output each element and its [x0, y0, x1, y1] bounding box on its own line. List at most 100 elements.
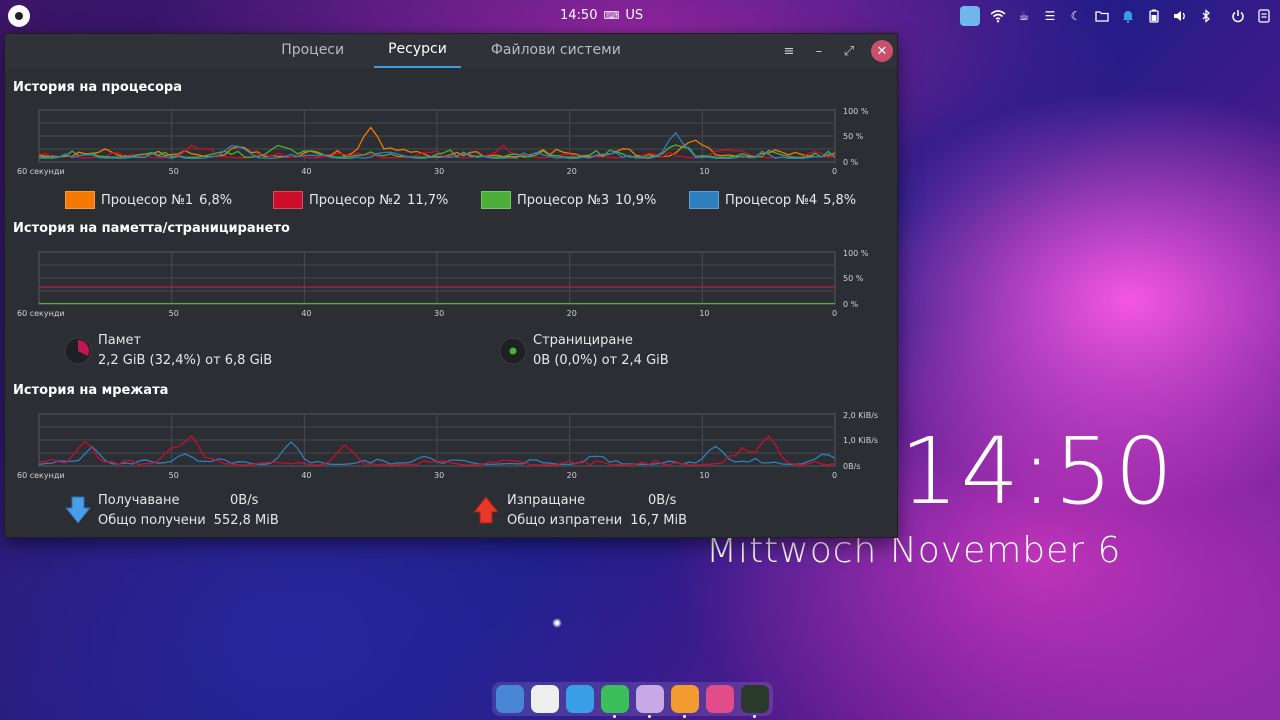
memory-y-tick-label: 50 % — [843, 274, 864, 283]
swap-pie-dot — [509, 347, 517, 355]
tray-app-icon[interactable] — [960, 6, 980, 26]
network-x-tick-label: 20 — [567, 471, 577, 480]
cpu1-label: Процесор №1 — [101, 192, 194, 208]
cpu-x-tick-label: 60 секунди — [17, 167, 65, 176]
sparkle-decoration — [552, 618, 562, 628]
memory-value: 2,2 GiB (32,4%) от 6,8 GiB — [98, 353, 273, 368]
network-x-tick-label: 40 — [301, 471, 311, 480]
memory-x-tick-label: 30 — [434, 309, 444, 318]
keyboard-layout[interactable]: US — [625, 8, 643, 23]
night-mode-icon[interactable]: ☾ — [1068, 8, 1084, 24]
total-received-value: 552,8 MiB — [213, 513, 279, 528]
tab-processes[interactable]: Процеси — [267, 38, 358, 68]
receive-info: Получаване 0B/s Общо получени 552,8 MiB — [98, 491, 279, 531]
memory-x-tick-label: 20 — [567, 309, 577, 318]
keyboard-icon: ⌨ — [603, 9, 620, 22]
network-y-tick-label: 0B/s — [843, 462, 860, 471]
running-indicator — [613, 715, 616, 718]
cpu-y-tick-label: 50 % — [843, 132, 864, 141]
total-received-label: Общо получени — [98, 513, 206, 528]
dock-files-icon[interactable] — [636, 685, 664, 718]
receive-label: Получаване — [98, 493, 180, 508]
memory-info: Памет 2,2 GiB (32,4%) от 6,8 GiB — [98, 331, 272, 371]
cpu-history-graph: 100 % 50 % 0 % 60 секунди 50 40 30 20 10 0 — [17, 107, 869, 176]
coffee-icon[interactable]: ☕ — [1016, 8, 1032, 24]
dock-system-monitor-icon[interactable] — [741, 685, 769, 718]
list-icon[interactable]: ☰ — [1042, 8, 1058, 24]
network-y-tick-label: 1,0 KiB/s — [843, 436, 878, 445]
receive-rate: 0B/s — [230, 493, 259, 508]
system-monitor-window: Процеси Ресурси Файлови системи ≡ – ⤢ ✕ … — [4, 33, 898, 538]
total-sent-label: Общо изпратени — [507, 513, 623, 528]
cpu1-value: 6,8% — [199, 192, 233, 208]
swap-label: Странициране — [533, 333, 633, 348]
memory-x-tick-label: 10 — [699, 309, 709, 318]
upload-arrow-icon[interactable] — [473, 496, 499, 524]
dock-music-icon[interactable] — [531, 685, 559, 713]
legend-cpu4[interactable]: Процесор №4 5,8% — [689, 191, 856, 209]
cpu2-value: 11,7% — [407, 192, 449, 208]
minimize-icon[interactable]: – — [811, 44, 827, 59]
app-launcher-icon[interactable] — [8, 5, 30, 27]
running-indicator — [753, 715, 756, 718]
overview-icon[interactable] — [1256, 8, 1272, 24]
tab-resources[interactable]: Ресурси — [374, 38, 461, 68]
send-label: Изпращане — [507, 493, 586, 508]
power-icon[interactable] — [1230, 8, 1246, 24]
network-x-tick-label: 0 — [832, 471, 837, 480]
cpu1-color-swatch[interactable] — [65, 191, 95, 209]
dock-firefox-icon[interactable] — [671, 685, 699, 718]
memory-history-graph: 100 % 50 % 0 % 60 секунди 50 40 30 20 10 0 — [17, 249, 869, 318]
network-history-graph: 2,0 KiB/s 1,0 KiB/s 0B/s 60 секунди 50 40 30 20… — [17, 411, 878, 480]
legend-cpu2[interactable]: Процесор №2 11,7% — [273, 191, 448, 209]
dock-settings-icon[interactable] — [706, 685, 734, 713]
send-rate: 0B/s — [648, 493, 677, 508]
desktop-clock-time: 14:50 — [900, 418, 1176, 525]
cpu4-color-swatch[interactable] — [689, 191, 719, 209]
cpu4-value: 5,8% — [823, 192, 857, 208]
cpu-x-tick-label: 10 — [699, 167, 709, 176]
cpu-y-tick-label: 100 % — [843, 107, 869, 116]
memory-pie-icon[interactable] — [63, 336, 93, 366]
menu-icon[interactable]: ≡ — [781, 44, 797, 59]
swap-value: 0B (0,0%) от 2,4 GiB — [533, 353, 669, 368]
cpu-x-tick-label: 30 — [434, 167, 444, 176]
legend-cpu3[interactable]: Процесор №3 10,9% — [481, 191, 656, 209]
swap-pie-icon[interactable] — [498, 336, 528, 366]
battery-icon[interactable] — [1146, 8, 1162, 24]
network-y-tick-label: 2,0 KiB/s — [843, 411, 878, 420]
bluetooth-icon[interactable] — [1198, 8, 1214, 24]
notification-bell-icon[interactable] — [1120, 8, 1136, 24]
memory-y-tick-label: 0 % — [843, 300, 859, 309]
volume-icon[interactable] — [1172, 8, 1188, 24]
tab-file-systems[interactable]: Файлови системи — [477, 38, 635, 68]
network-section-title: История на мрежата — [13, 383, 169, 398]
top-panel: 14:50 ⌨ US ☕ ☰ ☾ — [0, 0, 1280, 32]
cpu-section-title: История на процесора — [13, 80, 183, 95]
window-titlebar[interactable]: Процеси Ресурси Файлови системи ≡ – ⤢ ✕ — [5, 34, 897, 68]
folder-icon[interactable] — [1094, 8, 1110, 24]
network-x-tick-label: 30 — [434, 471, 444, 480]
cpu3-value: 10,9% — [615, 192, 657, 208]
cpu-x-tick-label: 0 — [832, 167, 837, 176]
dock-spreadsheet-icon[interactable] — [601, 685, 629, 718]
memory-y-tick-label: 100 % — [843, 249, 869, 258]
network-x-tick-label: 60 секунди — [17, 471, 65, 480]
maximize-icon[interactable]: ⤢ — [841, 44, 857, 59]
memory-x-tick-label: 0 — [832, 309, 837, 318]
panel-clock[interactable]: 14:50 ⌨ US — [560, 8, 643, 23]
dock-browser-icon[interactable] — [496, 685, 524, 713]
total-sent-value: 16,7 MiB — [630, 513, 688, 528]
wifi-icon[interactable] — [990, 8, 1006, 24]
panel-time: 14:50 — [560, 8, 598, 23]
dock-text-editor-icon[interactable] — [566, 685, 594, 713]
cpu3-color-swatch[interactable] — [481, 191, 511, 209]
download-arrow-icon[interactable] — [65, 496, 91, 524]
legend-cpu1[interactable]: Процесор №1 6,8% — [65, 191, 232, 209]
cpu2-color-swatch[interactable] — [273, 191, 303, 209]
send-info: Изпращане 0B/s Общо изпратени 16,7 MiB — [507, 491, 687, 531]
close-button[interactable]: ✕ — [871, 40, 893, 62]
memory-x-tick-label: 50 — [169, 309, 179, 318]
cpu-x-tick-label: 40 — [301, 167, 311, 176]
cpu-x-tick-label: 20 — [567, 167, 577, 176]
